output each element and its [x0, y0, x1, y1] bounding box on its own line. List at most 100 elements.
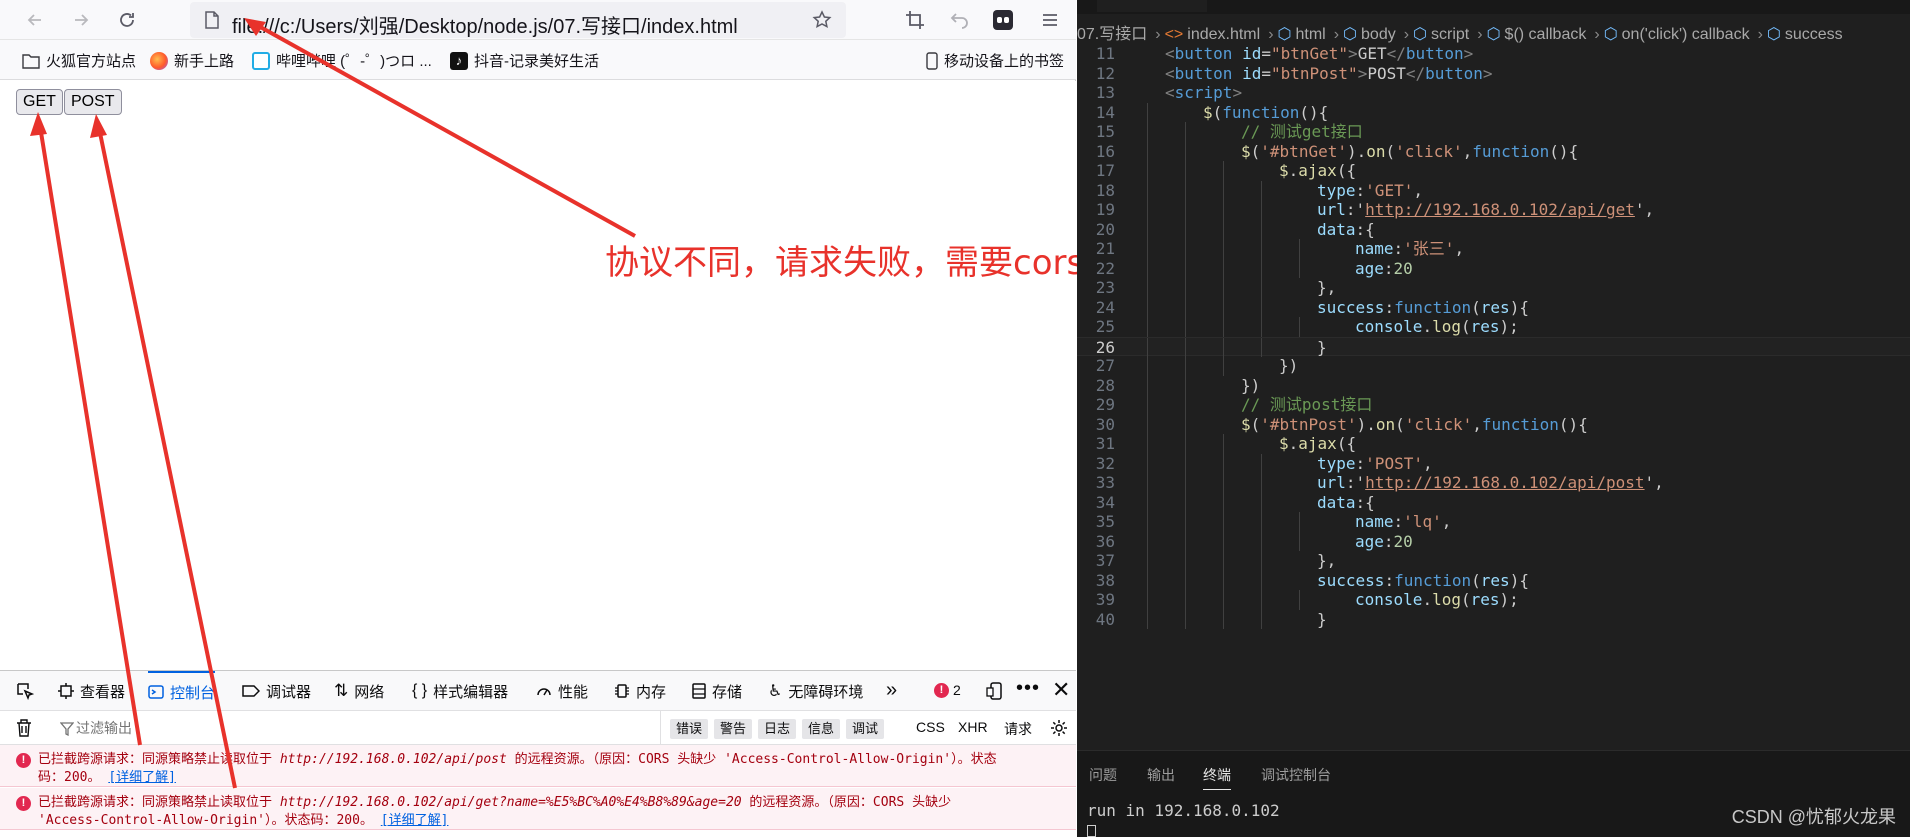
tab-memory[interactable]: 内存	[614, 671, 666, 711]
tab-inspector[interactable]: 查看器	[58, 671, 125, 711]
code-line[interactable]: 11 <button id="btnGet">GET</button>	[1077, 44, 1910, 64]
bookmark-item[interactable]: 新手上路	[150, 50, 234, 71]
code-line[interactable]: 21 name:'张三',	[1077, 239, 1910, 259]
url-bar[interactable]: file:///c:/Users/刘强/Desktop/node.js/07.写…	[190, 2, 846, 38]
code-line[interactable]: 38 success:function(res){	[1077, 570, 1910, 590]
url-text[interactable]: file:///c:/Users/刘强/Desktop/node.js/07.写…	[232, 10, 738, 39]
star-icon[interactable]	[812, 10, 832, 30]
code-line[interactable]: 28})	[1077, 375, 1910, 395]
type-requests-toggle[interactable]: 请求	[1004, 719, 1032, 739]
editor-tab[interactable]	[1397, 0, 1567, 12]
tab-storage[interactable]: 存储	[692, 671, 742, 711]
settings-gear-icon[interactable]	[1050, 719, 1068, 737]
breadcrumb-item[interactable]: html	[1295, 26, 1325, 43]
menu-icon[interactable]	[1040, 10, 1060, 30]
code-line[interactable]: 31 $.ajax({	[1077, 434, 1910, 454]
reload-button[interactable]	[112, 6, 142, 34]
filter-input[interactable]	[76, 717, 376, 739]
code-line[interactable]: 37},	[1077, 551, 1910, 571]
error-count[interactable]: 2	[953, 682, 961, 698]
code-line[interactable]: 13 <script>	[1077, 83, 1910, 103]
code-line[interactable]: 36 age:20	[1077, 531, 1910, 551]
picker-icon[interactable]	[16, 682, 34, 700]
code-line[interactable]: 12 <button id="btnPost">POST</button>	[1077, 64, 1910, 84]
breadcrumb-item[interactable]: script	[1431, 26, 1469, 43]
code-line[interactable]: 26}	[1077, 336, 1910, 357]
learn-more-link[interactable]: [详细了解]	[108, 770, 176, 785]
error-url[interactable]: http://192.168.0.102/api/post	[280, 752, 507, 767]
code-line[interactable]: 23},	[1077, 278, 1910, 298]
tab-debugger[interactable]: 调试器	[242, 671, 311, 711]
mobile-bookmarks[interactable]: 移动设备上的书签	[926, 50, 1064, 71]
code-line[interactable]: 34 data:{	[1077, 492, 1910, 512]
code-line[interactable]: 24 success:function(res){	[1077, 297, 1910, 317]
code-line[interactable]: 35 name:'lq',	[1077, 512, 1910, 532]
post-button[interactable]: POST	[64, 89, 122, 115]
breadcrumb-item[interactable]: 07.写接口	[1077, 26, 1147, 43]
type-css-toggle[interactable]: CSS	[916, 719, 945, 735]
responsive-design-icon[interactable]	[986, 682, 1004, 700]
bookmark-item[interactable]: 哔哩哔哩 (゜-゜)つロ ...	[252, 50, 432, 71]
code-line[interactable]: 16 $('#btnGet').on('click',function(){	[1077, 141, 1910, 161]
level-info-toggle[interactable]: 信息	[802, 719, 841, 739]
devtools-panel: 查看器 控制台 调试器 ⇅ 网络 { } 样式编辑器 性能 内存 存储 ♿ 无障…	[0, 670, 1076, 837]
code-line[interactable]: 19 url:'http://192.168.0.102/api/get',	[1077, 200, 1910, 220]
error-count-icon[interactable]: !	[934, 683, 949, 698]
code-line[interactable]: 39 console.log(res);	[1077, 590, 1910, 610]
breadcrumb-item[interactable]: index.html	[1187, 26, 1260, 43]
level-warning-toggle[interactable]: 警告	[714, 719, 753, 739]
code-line[interactable]: 40}	[1077, 609, 1910, 629]
code-line[interactable]: 18 type:'GET',	[1077, 180, 1910, 200]
tab-console[interactable]: 控制台	[148, 671, 216, 711]
tab-network[interactable]: ⇅ 网络	[334, 671, 384, 711]
code-line[interactable]: 30 $('#btnPost').on('click',function(){	[1077, 414, 1910, 434]
code-line[interactable]: 15 // 测试get接口	[1077, 122, 1910, 142]
bookmark-item[interactable]: 火狐官方站点	[22, 50, 136, 71]
close-icon[interactable]: ✕	[1052, 677, 1070, 703]
breadcrumb-item[interactable]: body	[1361, 26, 1396, 43]
code-line[interactable]: 25 console.log(res);	[1077, 317, 1910, 337]
forward-button[interactable]	[66, 6, 96, 34]
get-button[interactable]: GET	[16, 89, 63, 115]
error-url[interactable]: http://192.168.0.102/api/get?name=%E5%BC…	[280, 795, 742, 810]
crop-screenshot-icon[interactable]	[905, 10, 925, 30]
code-line[interactable]: 17 $.ajax({	[1077, 161, 1910, 181]
bookmark-item[interactable]: ♪ 抖音-记录美好生活	[450, 50, 599, 71]
breadcrumb-item[interactable]: $() callback	[1505, 26, 1587, 43]
indent-guide	[1261, 337, 1262, 357]
breadcrumb-item[interactable]: success	[1785, 26, 1843, 43]
panel-tab-debug-console[interactable]: 调试控制台	[1261, 765, 1331, 785]
panel-tab-problems[interactable]: 问题	[1089, 765, 1117, 785]
breadcrumb-item[interactable]: on('click') callback	[1622, 26, 1750, 43]
code-line[interactable]: 14 $(function(){	[1077, 102, 1910, 122]
editor-tab[interactable]	[1217, 0, 1387, 12]
back-button[interactable]	[20, 6, 50, 34]
code-text: $('#btnPost').on('click',function(){	[1241, 414, 1588, 434]
more-options-icon[interactable]: •••	[1016, 677, 1040, 700]
type-xhr-toggle[interactable]: XHR	[958, 719, 988, 735]
tab-style-editor[interactable]: { } 样式编辑器	[412, 671, 508, 711]
panel-tab-terminal[interactable]: 终端	[1203, 765, 1231, 790]
code-line[interactable]: 33 url:'http://192.168.0.102/api/post',	[1077, 473, 1910, 493]
trash-icon[interactable]	[16, 719, 32, 737]
more-tabs-icon[interactable]: »	[886, 679, 897, 702]
panel-tab-output[interactable]: 输出	[1147, 765, 1175, 785]
terminal-output[interactable]: run in 192.168.0.102	[1087, 801, 1280, 820]
code-line[interactable]: 29 // 测试post接口	[1077, 395, 1910, 415]
level-error-toggle[interactable]: 错误	[670, 719, 709, 739]
editor-tab[interactable]	[1097, 0, 1207, 12]
code-area[interactable]: 11 <button id="btnGet">GET</button> 12 <but…	[1077, 44, 1910, 750]
tab-accessibility[interactable]: ♿ 无障碍环境	[768, 671, 863, 711]
undo-icon[interactable]	[950, 10, 970, 30]
learn-more-link[interactable]: [详细了解]	[381, 813, 449, 828]
code-line[interactable]: 27})	[1077, 356, 1910, 376]
code-text: data:{	[1317, 492, 1375, 512]
level-debug-toggle[interactable]: 调试	[846, 719, 885, 739]
breadcrumb-separator: ›	[1477, 26, 1483, 43]
tab-performance[interactable]: 性能	[536, 671, 588, 711]
code-line[interactable]: 32 type:'POST',	[1077, 453, 1910, 473]
extension-icon[interactable]	[993, 10, 1013, 30]
level-log-toggle[interactable]: 日志	[758, 719, 797, 739]
code-line[interactable]: 22 age:20	[1077, 258, 1910, 278]
code-line[interactable]: 20 data:{	[1077, 219, 1910, 239]
